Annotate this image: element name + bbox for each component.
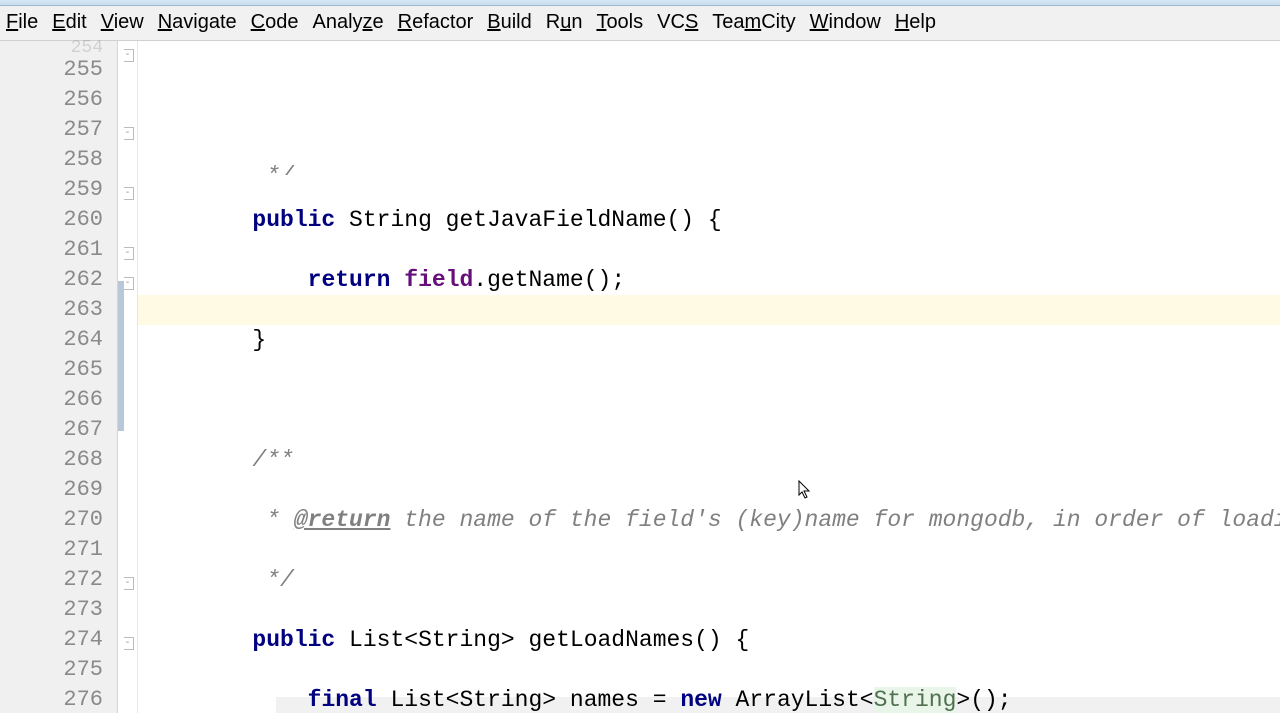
code-text: public (252, 627, 335, 653)
line-number: 267 (0, 415, 103, 445)
line-number: 266 (0, 385, 103, 415)
code-text: return (308, 267, 391, 293)
menu-window[interactable]: Window (810, 11, 881, 34)
line-number: 276 (0, 685, 103, 715)
menu-code[interactable]: Code (251, 11, 299, 34)
line-number: 262 (0, 265, 103, 295)
code-text: */ (142, 567, 294, 593)
code-text: final (308, 687, 377, 713)
line-number: 255 (0, 55, 103, 85)
code-text: the name of the field's (key)name for mo… (390, 507, 1280, 533)
menu-edit[interactable]: Edit (52, 11, 86, 34)
code-text: List<String> names = (377, 687, 681, 713)
line-number: 260 (0, 205, 103, 235)
menu-navigate[interactable]: Navigate (158, 11, 237, 34)
line-number: 256 (0, 85, 103, 115)
line-number: 263 (0, 295, 103, 325)
menu-help[interactable]: Help (895, 11, 936, 34)
line-number: 265 (0, 355, 103, 385)
code-text: @return (294, 507, 391, 533)
modified-range-indicator (118, 281, 124, 431)
line-number: 269 (0, 475, 103, 505)
modification-bar (118, 41, 124, 713)
menu-vcs[interactable]: VCS (657, 11, 698, 34)
line-number: 259 (0, 175, 103, 205)
code-text (390, 267, 404, 293)
menu-analyze[interactable]: Analyze (312, 11, 383, 34)
code-text: field (404, 267, 473, 293)
code-text-area[interactable]: */ public String getJavaFieldName() { re… (138, 41, 1280, 713)
code-text: new (680, 687, 721, 713)
line-number: 254 (0, 41, 103, 55)
menu-file[interactable]: File (6, 11, 38, 34)
menu-refactor[interactable]: Refactor (398, 11, 474, 34)
menu-teamcity[interactable]: TeamCity (712, 11, 795, 34)
menu-view[interactable]: View (101, 11, 144, 34)
line-number: 271 (0, 535, 103, 565)
main-menu-bar[interactable]: File Edit View Navigate Code Analyze Ref… (0, 6, 1280, 41)
line-number: 275 (0, 655, 103, 685)
code-text: List<String> getLoadNames() { (335, 627, 749, 653)
code-text: public (252, 207, 335, 233)
code-text: ArrayList< (722, 687, 874, 713)
code-text: * (142, 507, 294, 533)
code-text: /** (142, 447, 294, 473)
line-number: 272 (0, 565, 103, 595)
menu-build[interactable]: Build (487, 11, 531, 34)
line-number: 264 (0, 325, 103, 355)
code-text: .getName(); (473, 267, 625, 293)
line-number: 273 (0, 595, 103, 625)
line-number: 257 (0, 115, 103, 145)
menu-run[interactable]: Run (546, 11, 583, 34)
menu-tools[interactable]: Tools (596, 11, 643, 34)
code-text: String (874, 687, 957, 713)
editor-area[interactable]: 254 255 256 257 258 259 260 261 262 263 … (0, 41, 1280, 713)
code-text: String getJavaFieldName() { (335, 207, 721, 233)
line-number: 274 (0, 625, 103, 655)
line-number: 258 (0, 145, 103, 175)
code-text: } (142, 327, 266, 353)
code-text: */ (142, 163, 294, 175)
code-text: >(); (956, 687, 1011, 713)
line-number: 270 (0, 505, 103, 535)
line-number-gutter[interactable]: 254 255 256 257 258 259 260 261 262 263 … (0, 41, 118, 713)
line-number: 268 (0, 445, 103, 475)
line-number: 261 (0, 235, 103, 265)
